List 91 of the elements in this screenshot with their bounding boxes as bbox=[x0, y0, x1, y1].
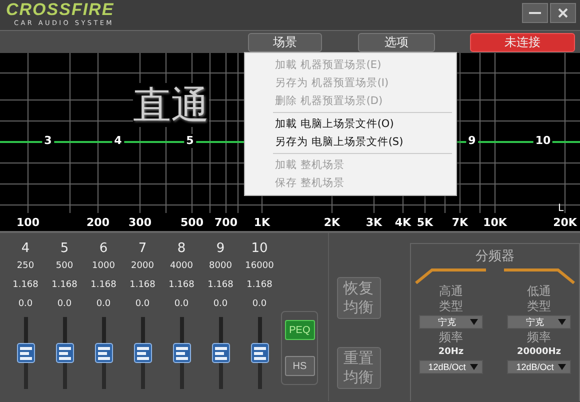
frequency-label: 500 bbox=[180, 216, 204, 229]
frequency-label: 100 bbox=[16, 216, 40, 229]
band-number: 7 bbox=[138, 240, 147, 257]
logo-wordmark: CROSSFIRE bbox=[6, 1, 114, 18]
band-number: 5 bbox=[60, 240, 69, 257]
slider-handle[interactable] bbox=[56, 343, 74, 363]
slider-handle[interactable] bbox=[16, 343, 34, 363]
menu-item[interactable]: 加載 电脑上场景文件(O) bbox=[245, 115, 456, 133]
frequency-label: 5K bbox=[416, 216, 434, 229]
frequency-value: 8000 bbox=[209, 260, 232, 273]
frequency-label: 300 bbox=[128, 216, 152, 229]
toolbar-button[interactable]: 选项 bbox=[358, 32, 435, 52]
preset-name: 直通 bbox=[133, 83, 209, 127]
gain-value: 0.0 bbox=[252, 298, 267, 311]
gain-value: 0.0 bbox=[174, 298, 189, 311]
frequency-label: 4K bbox=[394, 216, 412, 229]
dropdown-arrow-icon bbox=[558, 364, 566, 370]
slider-handle[interactable] bbox=[212, 343, 230, 363]
frequency-value: 2000 bbox=[131, 260, 154, 273]
minimize-icon bbox=[529, 11, 541, 15]
band-number: 6 bbox=[99, 240, 108, 257]
type-dropdown[interactable]: 宁克 bbox=[419, 315, 483, 329]
frequency-label: 频率 bbox=[527, 330, 551, 345]
slider-handle[interactable] bbox=[250, 343, 268, 363]
lowpass-curve-icon bbox=[502, 268, 576, 284]
close-icon bbox=[558, 8, 568, 18]
eq-action-button[interactable]: 恢复均衡 bbox=[336, 277, 381, 319]
type-dropdown[interactable]: 宁克 bbox=[507, 315, 571, 329]
close-button[interactable] bbox=[550, 3, 576, 23]
type-label: 类型 bbox=[439, 299, 463, 314]
gain-value: 0.0 bbox=[96, 298, 111, 311]
band-number: 9 bbox=[216, 240, 225, 257]
band-number: 8 bbox=[177, 240, 186, 257]
filter-name: 低通 bbox=[527, 284, 551, 299]
gain-slider[interactable] bbox=[56, 317, 74, 389]
frequency-label: 7K bbox=[452, 216, 468, 229]
frequency-label: 频率 bbox=[439, 330, 463, 345]
cutoff-frequency: 20000Hz bbox=[516, 346, 562, 359]
q-value: 1.168 bbox=[12, 279, 38, 292]
crossover-title: 分频器 bbox=[476, 248, 514, 266]
gain-slider[interactable] bbox=[172, 317, 190, 389]
frequency-value: 250 bbox=[16, 260, 34, 273]
band-number: 4 bbox=[21, 240, 30, 257]
gain-value: 0.0 bbox=[57, 298, 72, 311]
toolbar-button[interactable]: 场景 bbox=[248, 32, 322, 52]
q-value: 1.168 bbox=[130, 279, 156, 292]
slider-handle[interactable] bbox=[134, 343, 152, 363]
minimize-button[interactable] bbox=[522, 3, 548, 23]
frequency-label: 10K bbox=[483, 216, 507, 229]
dropdown-arrow-icon bbox=[470, 319, 478, 325]
frequency-label: 2K bbox=[324, 216, 340, 229]
frequency-label: 3K bbox=[366, 216, 382, 229]
filter-mode-button[interactable]: HS bbox=[284, 356, 315, 376]
cutoff-frequency: 20Hz bbox=[438, 346, 464, 359]
band-number: 10 bbox=[251, 240, 268, 257]
slider-handle[interactable] bbox=[172, 343, 190, 363]
frequency-label: 700 bbox=[214, 216, 238, 229]
channel-label: L bbox=[558, 203, 564, 214]
q-value: 1.168 bbox=[168, 279, 194, 292]
gain-slider[interactable] bbox=[94, 317, 112, 389]
highpass-curve-icon bbox=[414, 268, 488, 284]
filter-name: 高通 bbox=[439, 284, 463, 299]
frequency-label: 200 bbox=[86, 216, 110, 229]
gain-value: 0.0 bbox=[135, 298, 150, 311]
type-label: 类型 bbox=[527, 299, 551, 314]
slider-handle[interactable] bbox=[94, 343, 112, 363]
q-value: 1.168 bbox=[90, 279, 116, 292]
frequency-value: 500 bbox=[56, 260, 74, 273]
frequency-label: 1K bbox=[254, 216, 270, 229]
gain-value: 0.0 bbox=[18, 298, 33, 311]
slope-dropdown[interactable]: 12dB/Oct bbox=[419, 360, 483, 374]
band-marker[interactable]: 5 bbox=[184, 134, 196, 148]
connection-status-button[interactable]: 未连接 bbox=[470, 32, 575, 52]
frequency-value: 4000 bbox=[170, 260, 193, 273]
menu-item[interactable]: 另存为 电脑上场景文件(S) bbox=[245, 133, 456, 151]
q-value: 1.168 bbox=[208, 279, 234, 292]
filter-mode-button[interactable]: PEQ bbox=[284, 320, 315, 340]
dropdown-arrow-icon bbox=[470, 364, 478, 370]
frequency-value: 1000 bbox=[92, 260, 115, 273]
q-value: 1.168 bbox=[246, 279, 272, 292]
frequency-value: 16000 bbox=[245, 260, 274, 273]
gain-slider[interactable] bbox=[212, 317, 230, 389]
gain-slider[interactable] bbox=[250, 317, 268, 389]
gain-slider[interactable] bbox=[16, 317, 34, 389]
q-value: 1.168 bbox=[52, 279, 78, 292]
eq-action-button[interactable]: 重置均衡 bbox=[336, 347, 381, 389]
dropdown-arrow-icon bbox=[558, 319, 566, 325]
gain-value: 0.0 bbox=[213, 298, 228, 311]
frequency-label: 20K bbox=[553, 216, 577, 229]
gain-slider[interactable] bbox=[134, 317, 152, 389]
slope-dropdown[interactable]: 12dB/Oct bbox=[507, 360, 571, 374]
